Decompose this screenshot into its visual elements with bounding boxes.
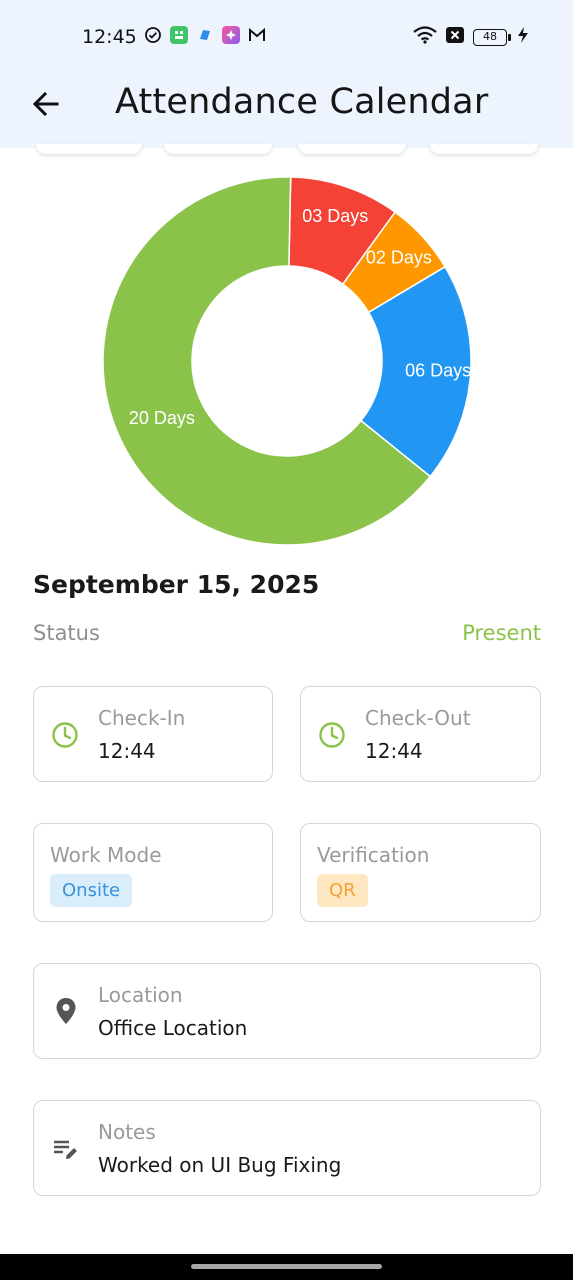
notification-icons bbox=[144, 26, 266, 44]
notes-value: Worked on UI Bug Fixing bbox=[98, 1153, 342, 1177]
location-card: Location Office Location bbox=[33, 963, 541, 1059]
summary-card-edge bbox=[36, 144, 142, 154]
donut-slice-label: 06 Days bbox=[405, 360, 471, 380]
check-circle-icon bbox=[144, 26, 162, 44]
app-green-icon bbox=[170, 26, 188, 44]
donut-slice-label: 02 Days bbox=[366, 248, 432, 268]
status-time: 12:45 bbox=[82, 26, 137, 48]
work-mode-chip: Onsite bbox=[50, 874, 133, 907]
gmail-icon bbox=[248, 26, 266, 44]
system-nav-bar bbox=[0, 1254, 573, 1280]
status-bar: 12:45 48 bbox=[0, 0, 573, 72]
summary-card-edge bbox=[298, 144, 406, 154]
location-pin-icon bbox=[54, 997, 78, 1025]
work-mode-card: Work Mode Onsite bbox=[33, 823, 273, 922]
location-value: Office Location bbox=[98, 1016, 248, 1040]
work-mode-label: Work Mode bbox=[50, 843, 162, 867]
summary-card-edge bbox=[164, 144, 272, 154]
app-bar: Attendance Calendar bbox=[0, 72, 573, 148]
donut-slice-label: 03 Days bbox=[302, 206, 368, 226]
x-box-icon bbox=[445, 26, 465, 48]
status-label: Status bbox=[33, 621, 100, 645]
check-in-label: Check-In bbox=[98, 706, 186, 730]
arrow-left-icon bbox=[32, 91, 59, 117]
notes-edit-icon bbox=[52, 1137, 80, 1163]
app-blue-icon bbox=[196, 26, 214, 44]
page-title: Attendance Calendar bbox=[115, 82, 489, 122]
donut-slice-label: 20 Days bbox=[129, 408, 195, 428]
check-out-value: 12:44 bbox=[365, 739, 423, 763]
notes-card: Notes Worked on UI Bug Fixing bbox=[33, 1100, 541, 1196]
attendance-donut-chart: 03 Days 02 Days 06 Days 20 Days bbox=[0, 160, 573, 560]
clock-icon bbox=[51, 721, 79, 749]
check-in-card: Check-In 12:44 bbox=[33, 686, 273, 782]
notes-label: Notes bbox=[98, 1120, 156, 1144]
clock-icon bbox=[318, 721, 346, 749]
home-gesture-handle[interactable] bbox=[191, 1264, 382, 1269]
selected-date: September 15, 2025 bbox=[33, 570, 320, 599]
location-label: Location bbox=[98, 983, 183, 1007]
check-out-label: Check-Out bbox=[365, 706, 471, 730]
verification-chip: QR bbox=[317, 874, 368, 907]
check-in-value: 12:44 bbox=[98, 739, 156, 763]
summary-card-edge bbox=[430, 144, 538, 154]
scrolled-summary-cards bbox=[0, 144, 573, 156]
system-icons: 48 bbox=[413, 26, 529, 48]
verification-label: Verification bbox=[317, 843, 430, 867]
back-button[interactable] bbox=[28, 86, 64, 122]
wifi-icon bbox=[413, 26, 437, 48]
app-pink-icon bbox=[222, 26, 240, 44]
verification-card: Verification QR bbox=[300, 823, 541, 922]
charging-icon bbox=[517, 26, 529, 48]
status-value: Present bbox=[462, 621, 541, 645]
check-out-card: Check-Out 12:44 bbox=[300, 686, 541, 782]
battery-icon: 48 bbox=[473, 28, 511, 46]
